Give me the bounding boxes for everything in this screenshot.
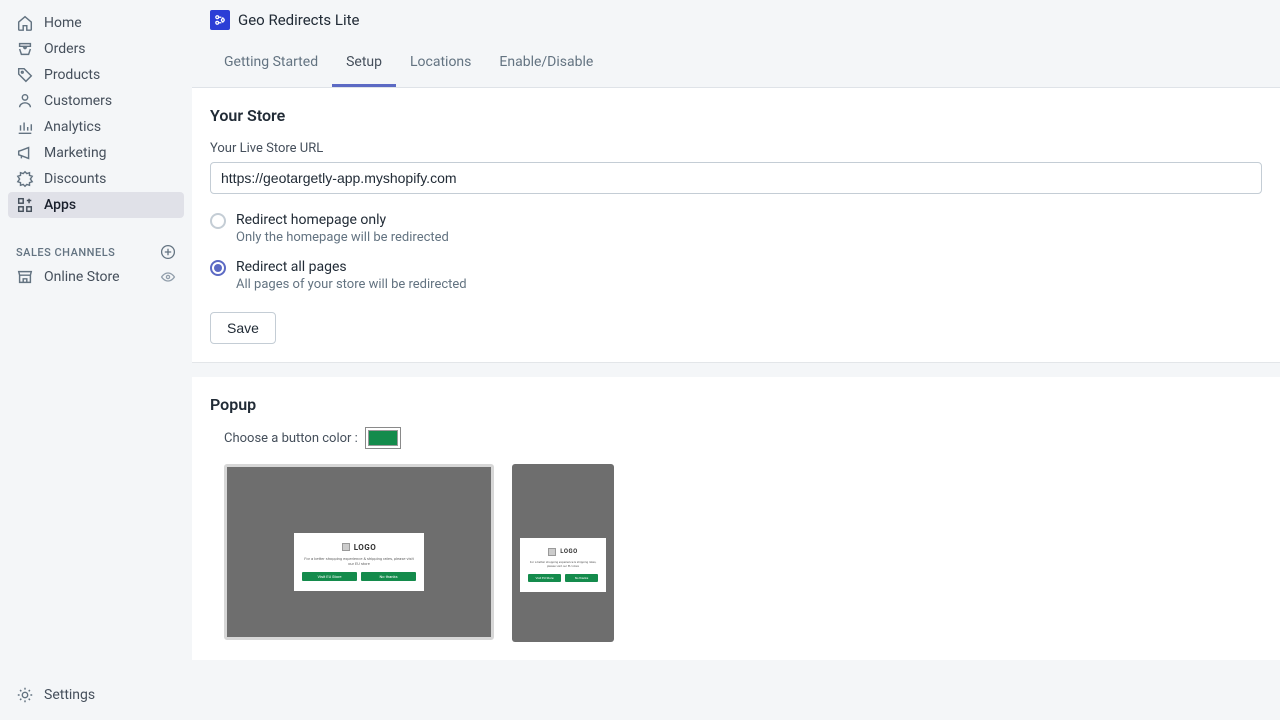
- nav-label: Apps: [44, 197, 76, 213]
- nav-products[interactable]: Products: [8, 62, 184, 88]
- nav-orders[interactable]: Orders: [8, 36, 184, 62]
- sales-channels-header: SALES CHANNELS: [0, 234, 192, 264]
- image-icon: [548, 548, 556, 556]
- color-picker-row: Choose a button color :: [224, 430, 1262, 446]
- radio-desc: All pages of your store will be redirect…: [236, 277, 467, 292]
- store-title: Your Store: [210, 106, 1262, 125]
- radio-label: Redirect homepage only: [236, 212, 449, 228]
- home-icon: [16, 14, 34, 32]
- apps-icon: [16, 196, 34, 214]
- radio-label: Redirect all pages: [236, 259, 467, 275]
- popup-btn-no: No thanks: [361, 572, 416, 581]
- person-icon: [16, 92, 34, 110]
- preview-desktop: LOGO For a better shopping experience & …: [224, 464, 494, 640]
- color-swatch[interactable]: [368, 430, 398, 446]
- nav-settings[interactable]: Settings: [8, 682, 184, 708]
- popup-logo: LOGO: [560, 548, 577, 555]
- nav-customers[interactable]: Customers: [8, 88, 184, 114]
- radio-desc: Only the homepage will be redirected: [236, 230, 449, 245]
- tabs: Getting Started Setup Locations Enable/D…: [192, 40, 1280, 88]
- popup-previews: LOGO For a better shopping experience & …: [224, 464, 1262, 642]
- redirect-options: Redirect homepage only Only the homepage…: [210, 212, 1262, 292]
- tag-icon: [16, 66, 34, 84]
- popup-section: Popup Choose a button color : LOGO For a…: [192, 377, 1280, 660]
- tab-enable-disable[interactable]: Enable/Disable: [485, 40, 607, 87]
- app-title: Geo Redirects Lite: [238, 11, 359, 29]
- popup-message: For a better shopping experience & shipp…: [528, 561, 598, 568]
- image-icon: [342, 543, 350, 551]
- nav-label: Customers: [44, 93, 112, 109]
- popup-btn-no: No thanks: [565, 574, 598, 582]
- nav-label: Analytics: [44, 119, 101, 135]
- popup-card: LOGO For a better shopping experience & …: [294, 533, 424, 592]
- save-button[interactable]: Save: [210, 312, 276, 344]
- popup-logo: LOGO: [354, 543, 377, 552]
- chart-icon: [16, 118, 34, 136]
- nav-home[interactable]: Home: [8, 10, 184, 36]
- radio-icon: [210, 260, 226, 276]
- url-label: Your Live Store URL: [210, 141, 1262, 156]
- add-channel-icon[interactable]: [160, 244, 176, 260]
- radio-icon: [210, 213, 226, 229]
- nav-list: Home Orders Products Customers Analytics…: [0, 10, 192, 218]
- popup-title: Popup: [210, 395, 1262, 414]
- popup-btn-visit: Visit EU Store: [302, 572, 357, 581]
- store-icon: [16, 268, 34, 286]
- eye-icon[interactable]: [160, 269, 176, 285]
- nav-marketing[interactable]: Marketing: [8, 140, 184, 166]
- nav-label: Discounts: [44, 171, 106, 187]
- channel-label: Online Store: [44, 269, 120, 285]
- tab-locations[interactable]: Locations: [396, 40, 485, 87]
- nav-discounts[interactable]: Discounts: [8, 166, 184, 192]
- section-gap: [192, 363, 1280, 377]
- store-url-input[interactable]: [210, 162, 1262, 194]
- app-logo-icon: [210, 10, 230, 30]
- settings-label: Settings: [44, 687, 95, 703]
- nav-label: Marketing: [44, 145, 107, 161]
- popup-btn-visit: Visit EU Store: [528, 574, 561, 582]
- main: Geo Redirects Lite Getting Started Setup…: [192, 0, 1280, 720]
- megaphone-icon: [16, 144, 34, 162]
- radio-all-pages[interactable]: Redirect all pages All pages of your sto…: [210, 259, 1262, 292]
- sales-channels-title: SALES CHANNELS: [16, 246, 115, 259]
- nav-apps[interactable]: Apps: [8, 192, 184, 218]
- sidebar-footer: Settings: [0, 682, 192, 720]
- store-section: Your Store Your Live Store URL Redirect …: [192, 88, 1280, 363]
- app-header: Geo Redirects Lite: [192, 0, 1280, 40]
- discount-icon: [16, 170, 34, 188]
- color-label: Choose a button color :: [224, 431, 358, 446]
- radio-homepage-only[interactable]: Redirect homepage only Only the homepage…: [210, 212, 1262, 245]
- popup-card: LOGO For a better shopping experience & …: [520, 538, 606, 592]
- channel-online-store[interactable]: Online Store: [8, 264, 184, 290]
- orders-icon: [16, 40, 34, 58]
- nav-label: Products: [44, 67, 100, 83]
- nav-label: Home: [44, 15, 82, 31]
- tab-setup[interactable]: Setup: [332, 40, 396, 87]
- tab-getting-started[interactable]: Getting Started: [210, 40, 332, 87]
- popup-message: For a better shopping experience & shipp…: [302, 557, 416, 567]
- sidebar: Home Orders Products Customers Analytics…: [0, 0, 192, 720]
- gear-icon: [16, 686, 34, 704]
- preview-mobile: LOGO For a better shopping experience & …: [512, 464, 614, 642]
- nav-label: Orders: [44, 41, 86, 57]
- nav-analytics[interactable]: Analytics: [8, 114, 184, 140]
